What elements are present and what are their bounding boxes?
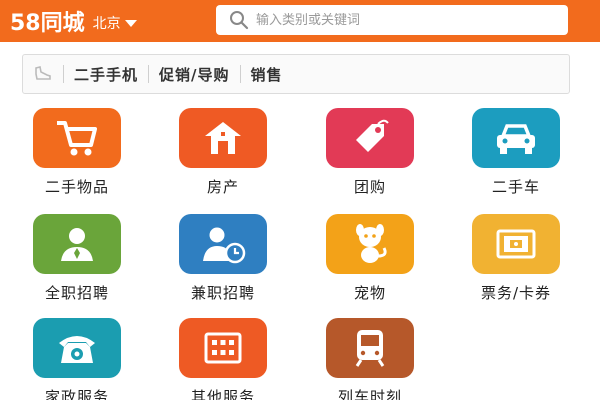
tile-other-services[interactable]: 其他服务 [163, 318, 283, 400]
pet-icon [326, 214, 414, 274]
tile-label: 房产 [206, 178, 239, 196]
ticket-icon [472, 214, 560, 274]
tile-train-schedule[interactable]: 列车时刻 [310, 318, 430, 400]
person-clock-icon [179, 214, 267, 274]
tile-label: 其他服务 [190, 388, 255, 400]
tile-label: 二手物品 [44, 178, 109, 196]
tile-label: 团购 [353, 178, 386, 196]
category-link-promotions[interactable]: 促销/导购 [149, 64, 239, 85]
train-icon [326, 318, 414, 378]
category-link-used-phones[interactable]: 二手手机 [64, 64, 148, 85]
tile-pets[interactable]: 宠物 [310, 214, 430, 310]
tile-tickets-coupons[interactable]: 票务/卡券 [456, 214, 576, 310]
car-icon [472, 108, 560, 168]
app-logo[interactable]: 58同城 [10, 5, 85, 37]
grid-icon [179, 318, 267, 378]
category-grid: 二手物品 房产 团购 二手车 全职招聘 兼职招聘 宠物 票务/卡券 家政服务 其… [0, 108, 600, 400]
tile-label: 二手车 [491, 178, 540, 196]
tile-real-estate[interactable]: 房产 [163, 108, 283, 204]
shoe-icon [31, 62, 55, 86]
tile-label: 列车时刻 [337, 388, 402, 400]
tile-label: 票务/卡券 [480, 284, 552, 302]
top-header: 58同城 北京 [0, 0, 600, 42]
category-link-sales[interactable]: 销售 [241, 64, 293, 85]
city-selector[interactable]: 北京 [93, 13, 137, 33]
category-bar: 二手手机 促销/导购 销售 [22, 54, 570, 94]
chevron-down-icon [124, 19, 137, 27]
tile-label: 全职招聘 [44, 284, 109, 302]
tile-full-time-jobs[interactable]: 全职招聘 [17, 214, 137, 310]
tile-housekeeping[interactable]: 家政服务 [17, 318, 137, 400]
city-label: 北京 [92, 16, 121, 32]
tile-label: 家政服务 [44, 388, 109, 400]
tile-used-cars[interactable]: 二手车 [456, 108, 576, 204]
tile-label: 宠物 [353, 284, 386, 302]
tile-group-buy[interactable]: 团购 [310, 108, 430, 204]
shopping-cart-icon [33, 108, 121, 168]
telephone-icon [33, 318, 121, 378]
house-icon [179, 108, 267, 168]
search-box[interactable] [216, 5, 568, 35]
person-icon [33, 214, 121, 274]
search-input[interactable] [256, 12, 556, 28]
tag-icon [326, 108, 414, 168]
tile-label: 兼职招聘 [190, 284, 255, 302]
search-icon [228, 9, 250, 31]
tile-used-goods[interactable]: 二手物品 [17, 108, 137, 204]
tile-part-time-jobs[interactable]: 兼职招聘 [163, 214, 283, 310]
